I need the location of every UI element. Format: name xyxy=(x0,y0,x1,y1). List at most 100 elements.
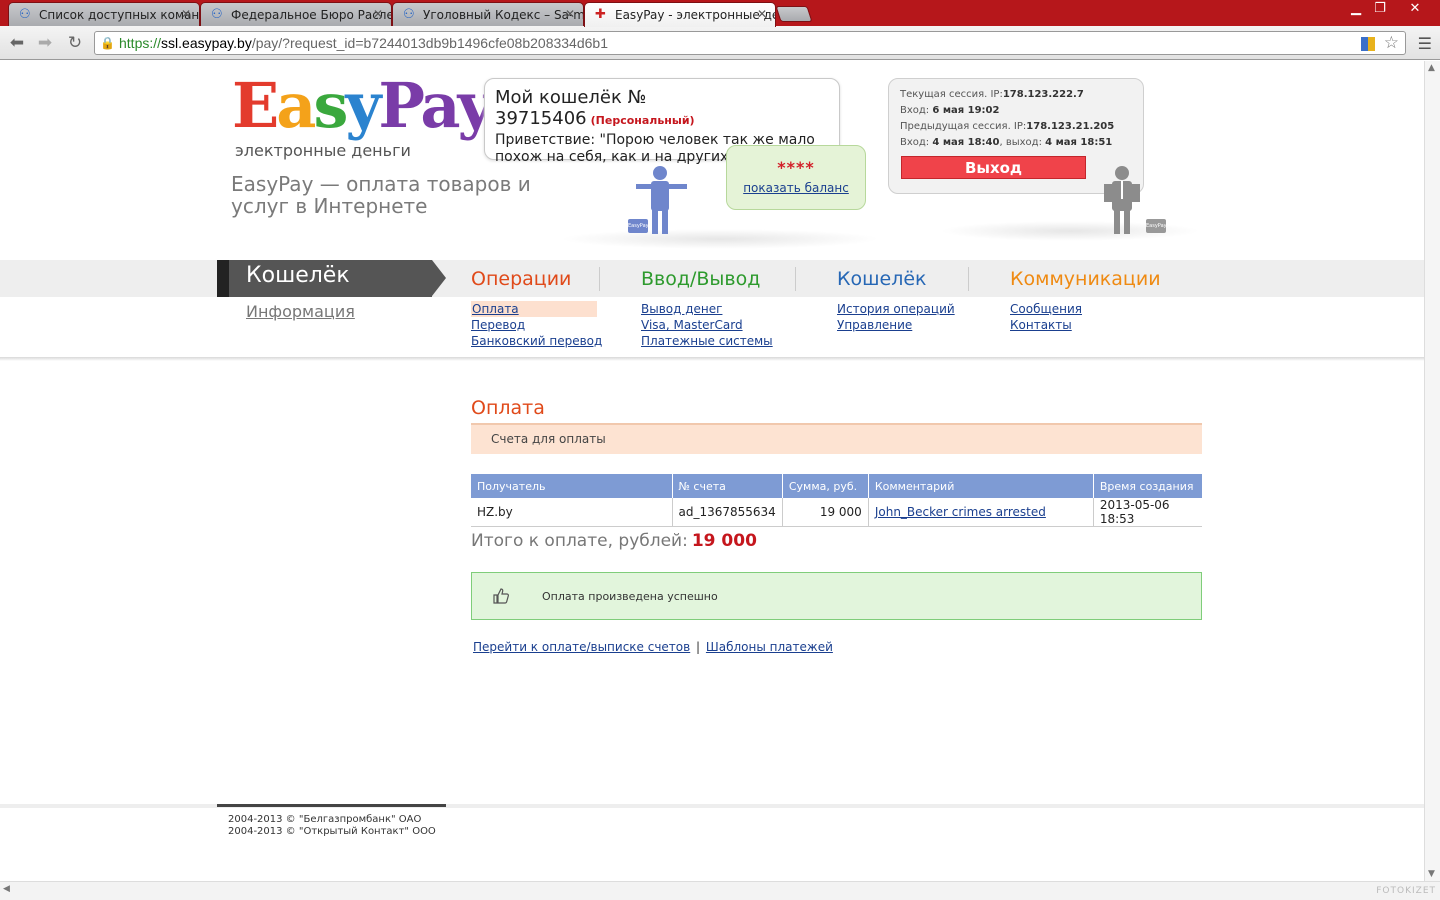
new-tab-button[interactable] xyxy=(775,6,813,22)
browser-tab-easypay[interactable]: ✚ EasyPay - электронные ден ✕ xyxy=(584,2,776,27)
success-text: Оплата произведена успешно xyxy=(542,590,718,603)
invoices-header-bar: Счета для оплаты xyxy=(471,423,1202,454)
easypay-bag-icon: EasyPay xyxy=(628,219,649,233)
easypay-bag-icon: EasyPay xyxy=(1146,219,1167,233)
cell-comment: John_Becker crimes arrested xyxy=(868,498,1094,527)
total-value: 19 000 xyxy=(691,531,757,551)
comment-link[interactable]: John_Becker crimes arrested xyxy=(875,505,1046,519)
url-text[interactable]: https://ssl.easypay.by/pay/?request_id=b… xyxy=(119,35,608,51)
nav-active-section[interactable]: Кошелёк xyxy=(217,260,447,297)
nav-communications[interactable]: Коммуникации xyxy=(1010,268,1161,290)
payment-templates-link[interactable]: Шаблоны платежей xyxy=(706,640,833,654)
browser-tab-fbi[interactable]: ⚇ Федеральное Бюро Расле ✕ xyxy=(200,2,392,26)
total-line: Итого к оплате, рублей: 19 000 xyxy=(471,531,757,551)
horizontal-scrollbar[interactable]: ◀ FOTOKIZET xyxy=(0,881,1440,900)
back-arrow-icon[interactable]: ⬅ xyxy=(6,33,28,53)
logo-subtitle: электронные деньги xyxy=(235,141,411,160)
logo-letter: a xyxy=(276,69,316,142)
logout-button[interactable]: Выход xyxy=(901,156,1086,179)
close-tab-icon[interactable]: ✕ xyxy=(565,7,575,21)
extension-icon[interactable] xyxy=(1361,37,1375,51)
link-visa-mastercard[interactable]: Visa, MasterCard xyxy=(641,317,773,333)
nav-bottom-shadow xyxy=(0,357,1424,361)
close-tab-icon[interactable]: ✕ xyxy=(373,7,383,21)
minimize-icon[interactable]: ▁ xyxy=(1344,0,1368,18)
logo-letter: E xyxy=(232,69,279,142)
link-management[interactable]: Управление xyxy=(837,317,955,333)
cell-amount: 19 000 xyxy=(782,498,869,527)
address-bar[interactable]: 🔒 https://ssl.easypay.by/pay/?request_id… xyxy=(94,31,1406,55)
balance-bubble: **** показать баланс xyxy=(726,145,866,210)
close-tab-icon[interactable]: ✕ xyxy=(181,7,191,21)
url-host: ssl.easypay.by xyxy=(161,35,252,51)
thumbs-up-icon xyxy=(492,587,510,610)
login-time: 6 мая 19:02 xyxy=(932,105,1000,116)
wallet-type-badge: (Персональный) xyxy=(590,114,695,127)
site-favicon-icon: ⚇ xyxy=(211,7,223,22)
logo-letter: s xyxy=(313,69,348,142)
easypay-logo[interactable]: EasyPay xyxy=(232,69,494,142)
link-payment[interactable]: Оплата xyxy=(471,301,597,317)
logo-letter: y xyxy=(345,69,381,142)
tab-strip: ⚇ Список доступных команд ✕ ⚇ Федерально… xyxy=(0,0,1440,27)
close-window-icon[interactable]: ✕ xyxy=(1402,0,1428,18)
previous-exit-time: 4 мая 18:51 xyxy=(1045,137,1113,148)
link-transfer[interactable]: Перевод xyxy=(471,317,602,333)
previous-session-label: Предыдущая сессия. IP: xyxy=(900,121,1027,132)
link-messages[interactable]: Сообщения xyxy=(1010,301,1082,317)
restore-icon[interactable]: ❐ xyxy=(1368,0,1392,18)
browser-tab-criminal-code[interactable]: ⚇ Уголовный Кодекс – Sa-mp ✕ xyxy=(392,2,584,26)
current-ip: 178.123.222.7 xyxy=(1002,89,1084,100)
forward-arrow-icon[interactable]: ➡ xyxy=(34,33,56,53)
table-row: HZ.by ad_1367855634 19 000 John_Becker c… xyxy=(471,498,1202,527)
link-withdraw[interactable]: Вывод денег xyxy=(641,301,773,317)
link-history[interactable]: История операций xyxy=(837,301,955,317)
reload-icon[interactable]: ↻ xyxy=(64,33,86,53)
link-payment-systems[interactable]: Платежные системы xyxy=(641,333,773,349)
col-created-time: Время создания xyxy=(1093,474,1202,498)
bottom-links: Перейти к оплате/выписке счетов | Шаблон… xyxy=(471,640,835,654)
previous-session-line: Предыдущая сессия. IP:178.123.21.205 xyxy=(900,119,1132,135)
operations-links: Оплата Перевод Банковский перевод xyxy=(471,301,602,349)
invoice-table: Получатель № счета Сумма, руб. Комментар… xyxy=(471,474,1202,527)
balance-mask: **** xyxy=(777,158,815,177)
browser-tab-commands[interactable]: ⚇ Список доступных команд ✕ xyxy=(8,2,200,26)
browser-chrome: ⚇ Список доступных команд ✕ ⚇ Федерально… xyxy=(0,0,1440,60)
current-session-label: Текущая сессия. IP: xyxy=(900,89,1003,100)
current-session-line: Текущая сессия. IP:178.123.222.7 xyxy=(900,87,1132,103)
scroll-up-icon[interactable]: ▲ xyxy=(1428,63,1435,73)
nav-input-output[interactable]: Ввод/Вывод xyxy=(641,268,760,290)
cell-invoice-number: ad_1367855634 xyxy=(672,498,783,527)
link-contacts[interactable]: Контакты xyxy=(1010,317,1082,333)
cell-created-time: 2013-05-06 18:53 xyxy=(1093,498,1202,527)
floor-shadow xyxy=(560,229,880,249)
site-tagline: EasyPay — оплата товаров и услуг в Интер… xyxy=(231,172,531,218)
login-line: Вход: 6 мая 19:02 xyxy=(900,103,1132,119)
tab-title: Федеральное Бюро Расле xyxy=(231,8,392,22)
tab-title: Уголовный Кодекс – Sa-mp xyxy=(423,8,584,22)
nav-operations[interactable]: Операции xyxy=(471,268,571,290)
vertical-scrollbar[interactable]: ▲ ▼ xyxy=(1424,61,1440,881)
url-path: /pay/?request_id=b7244013db9b1496cfe08b2… xyxy=(251,35,608,51)
tab-title: Список доступных команд xyxy=(39,8,200,22)
col-recipient: Получатель xyxy=(471,474,673,498)
nav-wallet[interactable]: Кошелёк xyxy=(837,268,927,290)
bookmark-star-icon[interactable]: ☆ xyxy=(1384,33,1399,53)
login-label: Вход: xyxy=(900,105,930,116)
show-balance-link[interactable]: показать баланс xyxy=(727,181,865,195)
previous-login-time: 4 мая 18:40 xyxy=(932,137,1000,148)
link-separator: | xyxy=(696,640,701,654)
link-bank-transfer[interactable]: Банковский перевод xyxy=(471,333,602,349)
scroll-left-icon[interactable]: ◀ xyxy=(3,884,10,894)
subnav-information[interactable]: Информация xyxy=(246,302,355,321)
footer-divider xyxy=(0,804,1424,808)
nav-divider xyxy=(795,267,796,291)
page-title: Оплата xyxy=(471,397,545,419)
browser-menu-icon[interactable]: ☰ xyxy=(1418,34,1432,53)
previous-login-line: Вход: 4 мая 18:40, выход: 4 мая 18:51 xyxy=(900,135,1132,151)
go-to-payments-link[interactable]: Перейти к оплате/выписке счетов xyxy=(473,640,690,654)
previous-login-label: Вход: xyxy=(900,137,930,148)
table-header-row: Получатель № счета Сумма, руб. Комментар… xyxy=(471,474,1202,498)
close-tab-icon[interactable]: ✕ xyxy=(757,7,767,21)
scroll-down-icon[interactable]: ▼ xyxy=(1428,869,1435,879)
